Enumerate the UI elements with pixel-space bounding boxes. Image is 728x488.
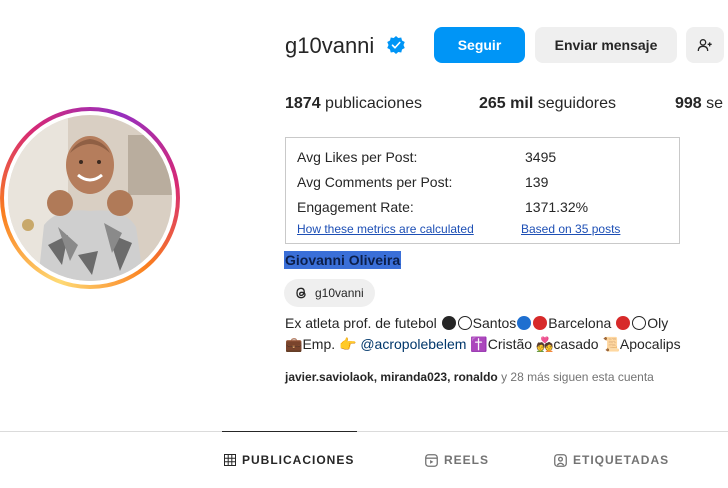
send-message-button[interactable]: Enviar mensaje xyxy=(535,27,677,63)
active-tab-indicator xyxy=(222,431,357,432)
profile-full-name: Giovanni Oliveira xyxy=(284,251,402,269)
threads-link[interactable]: g10vanni xyxy=(284,279,375,307)
tab-reels[interactable]: REELS xyxy=(425,453,489,467)
red-circle-icon xyxy=(616,316,631,330)
grid-icon xyxy=(224,454,236,466)
follow-button[interactable]: Seguir xyxy=(434,27,525,63)
followed-by-suffix: y 28 más siguen esta cuenta xyxy=(497,370,654,384)
tab-tagged[interactable]: ETIQUETADAS xyxy=(554,453,669,467)
verified-badge-icon xyxy=(387,36,405,54)
blue-circle-icon xyxy=(517,316,532,330)
white-circle-icon xyxy=(632,316,647,330)
reels-icon xyxy=(425,453,438,467)
followed-by-names: javier.saviolaok, miranda023, ronaldo xyxy=(285,370,498,384)
pointing-hand-icon: 👉 xyxy=(339,336,357,352)
threads-icon xyxy=(296,287,306,299)
bio-line-1: Ex atleta prof. de futebol Santos Barcelo… xyxy=(285,315,669,331)
mention-link[interactable]: @acropolebelem xyxy=(360,336,466,352)
cross-icon: ✝️ xyxy=(470,336,488,352)
followed-by[interactable]: javier.saviolaok, miranda023, ronaldo y … xyxy=(285,370,654,384)
following-stat[interactable]: 998 se xyxy=(675,95,723,113)
white-circle-icon xyxy=(457,316,472,330)
avg-likes-label: Avg Likes per Post: xyxy=(297,149,418,165)
add-user-icon xyxy=(697,39,712,52)
red-circle-icon xyxy=(533,316,548,330)
tabs-divider xyxy=(0,431,728,432)
posts-stat: 1874 publicaciones xyxy=(285,95,422,112)
posts-basis-link[interactable]: Based on 35 posts xyxy=(521,222,620,236)
threads-handle: g10vanni xyxy=(315,286,364,300)
tagged-icon xyxy=(554,453,567,467)
avg-comments-value: 139 xyxy=(525,174,549,190)
avg-likes-value: 3495 xyxy=(525,149,557,165)
briefcase-icon: 💼 xyxy=(285,336,303,352)
profile-username: g10vanni xyxy=(285,33,375,58)
engagement-metrics-panel: Avg Likes per Post: 3495 Avg Comments pe… xyxy=(285,137,680,244)
bio-line-2: 💼Emp. 👉 @acropolebelem ✝️Cristão 💑casado… xyxy=(285,336,681,352)
tab-posts[interactable]: PUBLICACIONES xyxy=(224,453,354,467)
engagement-rate-value: 1371.32% xyxy=(525,199,589,215)
engagement-rate-label: Engagement Rate: xyxy=(297,199,414,215)
black-circle-icon xyxy=(441,316,456,330)
avatar-photo xyxy=(8,115,172,281)
followers-stat[interactable]: 265 mil seguidores xyxy=(479,95,616,113)
couple-icon: 💑 xyxy=(535,336,554,352)
suggested-users-button[interactable] xyxy=(686,27,724,63)
avatar-border xyxy=(4,111,176,285)
scroll-icon: 📜 xyxy=(602,336,620,352)
avg-comments-label: Avg Comments per Post: xyxy=(297,174,453,190)
metrics-info-link[interactable]: How these metrics are calculated xyxy=(297,222,474,236)
profile-avatar[interactable] xyxy=(0,107,180,289)
